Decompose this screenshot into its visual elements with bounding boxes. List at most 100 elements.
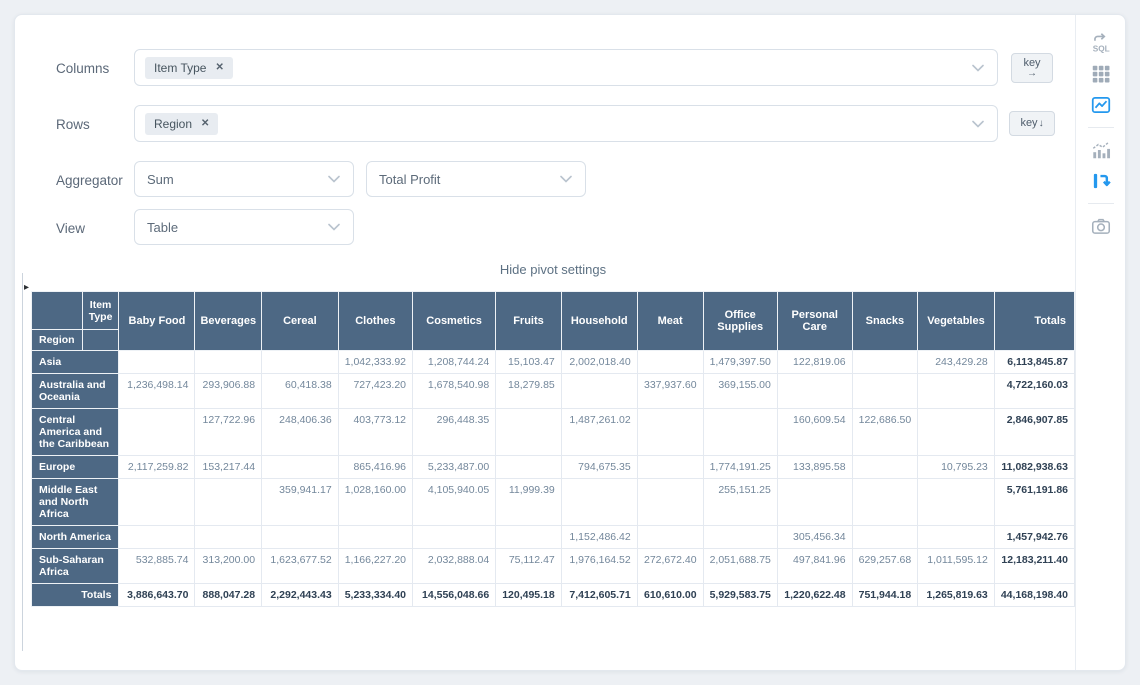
sidebar-chart-button[interactable]: [1087, 138, 1115, 162]
column-header: Snacks: [852, 292, 918, 351]
value-cell: 369,155.00: [703, 374, 777, 409]
camera-icon: [1090, 215, 1112, 237]
value-cell: [561, 479, 637, 526]
chevron-down-icon[interactable]: [560, 175, 572, 183]
column-total-cell: 3,886,643.70: [119, 584, 195, 607]
value-cell: [119, 409, 195, 456]
value-cell: [119, 526, 195, 549]
value-cell: [637, 351, 703, 374]
value-cell: 243,429.28: [918, 351, 995, 374]
value-cell: 337,937.60: [637, 374, 703, 409]
value-cell: [195, 526, 262, 549]
columns-tag-item-type[interactable]: Item Type ✕: [145, 57, 233, 79]
column-total-cell: 5,929,583.75: [703, 584, 777, 607]
value-cell: 153,217.44: [195, 456, 262, 479]
row-header: Sub-Saharan Africa: [32, 549, 119, 584]
table-row: Australia and Oceania1,236,498.14293,906…: [32, 374, 1075, 409]
column-header: Vegetables: [918, 292, 995, 351]
sidebar-divider: [1088, 127, 1114, 128]
columns-key-button[interactable]: key →: [1011, 53, 1053, 83]
value-cell: 2,002,018.40: [561, 351, 637, 374]
grand-total-cell: 44,168,198.40: [994, 584, 1074, 607]
rows-key-button[interactable]: key ↓: [1009, 111, 1055, 136]
row-total-cell: 5,761,191.86: [994, 479, 1074, 526]
chevron-down-icon[interactable]: [972, 64, 984, 72]
aggregator-select[interactable]: Sum: [134, 161, 354, 197]
sidebar-table-button[interactable]: [1087, 62, 1115, 86]
value-cell: 18,279.85: [496, 374, 562, 409]
view-selected-value: Table: [147, 220, 178, 235]
value-cell: 1,028,160.00: [338, 479, 412, 526]
totals-column-header: Totals: [994, 292, 1074, 351]
value-cell: 794,675.35: [561, 456, 637, 479]
table-row: Asia1,042,333.921,208,744.2415,103.472,0…: [32, 351, 1075, 374]
table-row: Europe2,117,259.82153,217.44865,416.965,…: [32, 456, 1075, 479]
remove-tag-icon[interactable]: ✕: [201, 118, 209, 129]
rows-tag-label: Region: [154, 117, 192, 131]
value-cell: [918, 526, 995, 549]
value-cell: [637, 409, 703, 456]
column-header: Meat: [637, 292, 703, 351]
value-cell: 122,686.50: [852, 409, 918, 456]
value-cell: 11,999.39: [496, 479, 562, 526]
column-total-cell: 5,233,334.40: [338, 584, 412, 607]
value-cell: 403,773.12: [338, 409, 412, 456]
sidebar-pivot-button[interactable]: [1087, 169, 1115, 193]
value-cell: 1,166,227.20: [338, 549, 412, 584]
value-cell: [777, 479, 852, 526]
aggregator-field-select[interactable]: Total Profit: [366, 161, 586, 197]
value-cell: 255,151.25: [703, 479, 777, 526]
rows-tag-region[interactable]: Region ✕: [145, 113, 218, 135]
chevron-down-icon[interactable]: [328, 223, 340, 231]
value-cell: 160,609.54: [777, 409, 852, 456]
pivot-editor-card: Columns Item Type ✕ key → Rows Region ✕ …: [14, 14, 1126, 671]
row-header: Central America and the Caribbean: [32, 409, 119, 456]
view-select[interactable]: Table: [134, 209, 354, 245]
key-label: key: [1023, 58, 1040, 69]
sql-icon: SQL: [1090, 32, 1112, 54]
column-total-cell: 1,220,622.48: [777, 584, 852, 607]
sidebar-sql-button[interactable]: SQL: [1087, 31, 1115, 55]
value-cell: 10,795.23: [918, 456, 995, 479]
table-row: Sub-Saharan Africa532,885.74313,200.001,…: [32, 549, 1075, 584]
remove-tag-icon[interactable]: ✕: [215, 62, 223, 73]
value-cell: 272,672.40: [637, 549, 703, 584]
row-total-cell: 12,183,211.40: [994, 549, 1074, 584]
value-cell: 1,011,595.12: [918, 549, 995, 584]
visualization-sidebar: SQL: [1075, 15, 1125, 670]
value-cell: [496, 526, 562, 549]
value-cell: [703, 526, 777, 549]
key-label: key: [1020, 118, 1037, 129]
value-cell: 1,152,486.42: [561, 526, 637, 549]
row-total-cell: 11,082,938.63: [994, 456, 1074, 479]
column-header: Clothes: [338, 292, 412, 351]
aggregator-label: Aggregator: [56, 173, 123, 188]
sidebar-camera-button[interactable]: [1087, 214, 1115, 238]
value-cell: 293,906.88: [195, 374, 262, 409]
column-header: Fruits: [496, 292, 562, 351]
view-label: View: [56, 221, 85, 236]
value-cell: [637, 526, 703, 549]
image-chart-icon: [1090, 94, 1112, 116]
caret-right-icon[interactable]: ▸: [24, 283, 29, 293]
column-header: Baby Food: [119, 292, 195, 351]
table-row: North America1,152,486.42305,456.341,457…: [32, 526, 1075, 549]
columns-tag-label: Item Type: [154, 61, 206, 75]
sidebar-image-chart-button[interactable]: [1087, 93, 1115, 117]
column-attribute-label: Item Type: [82, 292, 119, 330]
value-cell: [777, 374, 852, 409]
value-cell: [119, 351, 195, 374]
rows-attribute-select[interactable]: Region ✕: [134, 105, 998, 142]
pivot-corner-cell: [32, 292, 83, 330]
value-cell: [918, 374, 995, 409]
value-cell: 313,200.00: [195, 549, 262, 584]
value-cell: 15,103.47: [496, 351, 562, 374]
hide-pivot-settings-link[interactable]: Hide pivot settings: [31, 262, 1075, 277]
column-header: Personal Care: [777, 292, 852, 351]
arrow-down-icon: ↓: [1039, 119, 1044, 129]
value-cell: [918, 409, 995, 456]
chevron-down-icon[interactable]: [972, 120, 984, 128]
chevron-down-icon[interactable]: [328, 175, 340, 183]
columns-attribute-select[interactable]: Item Type ✕: [134, 49, 998, 86]
value-cell: 60,418.38: [262, 374, 339, 409]
